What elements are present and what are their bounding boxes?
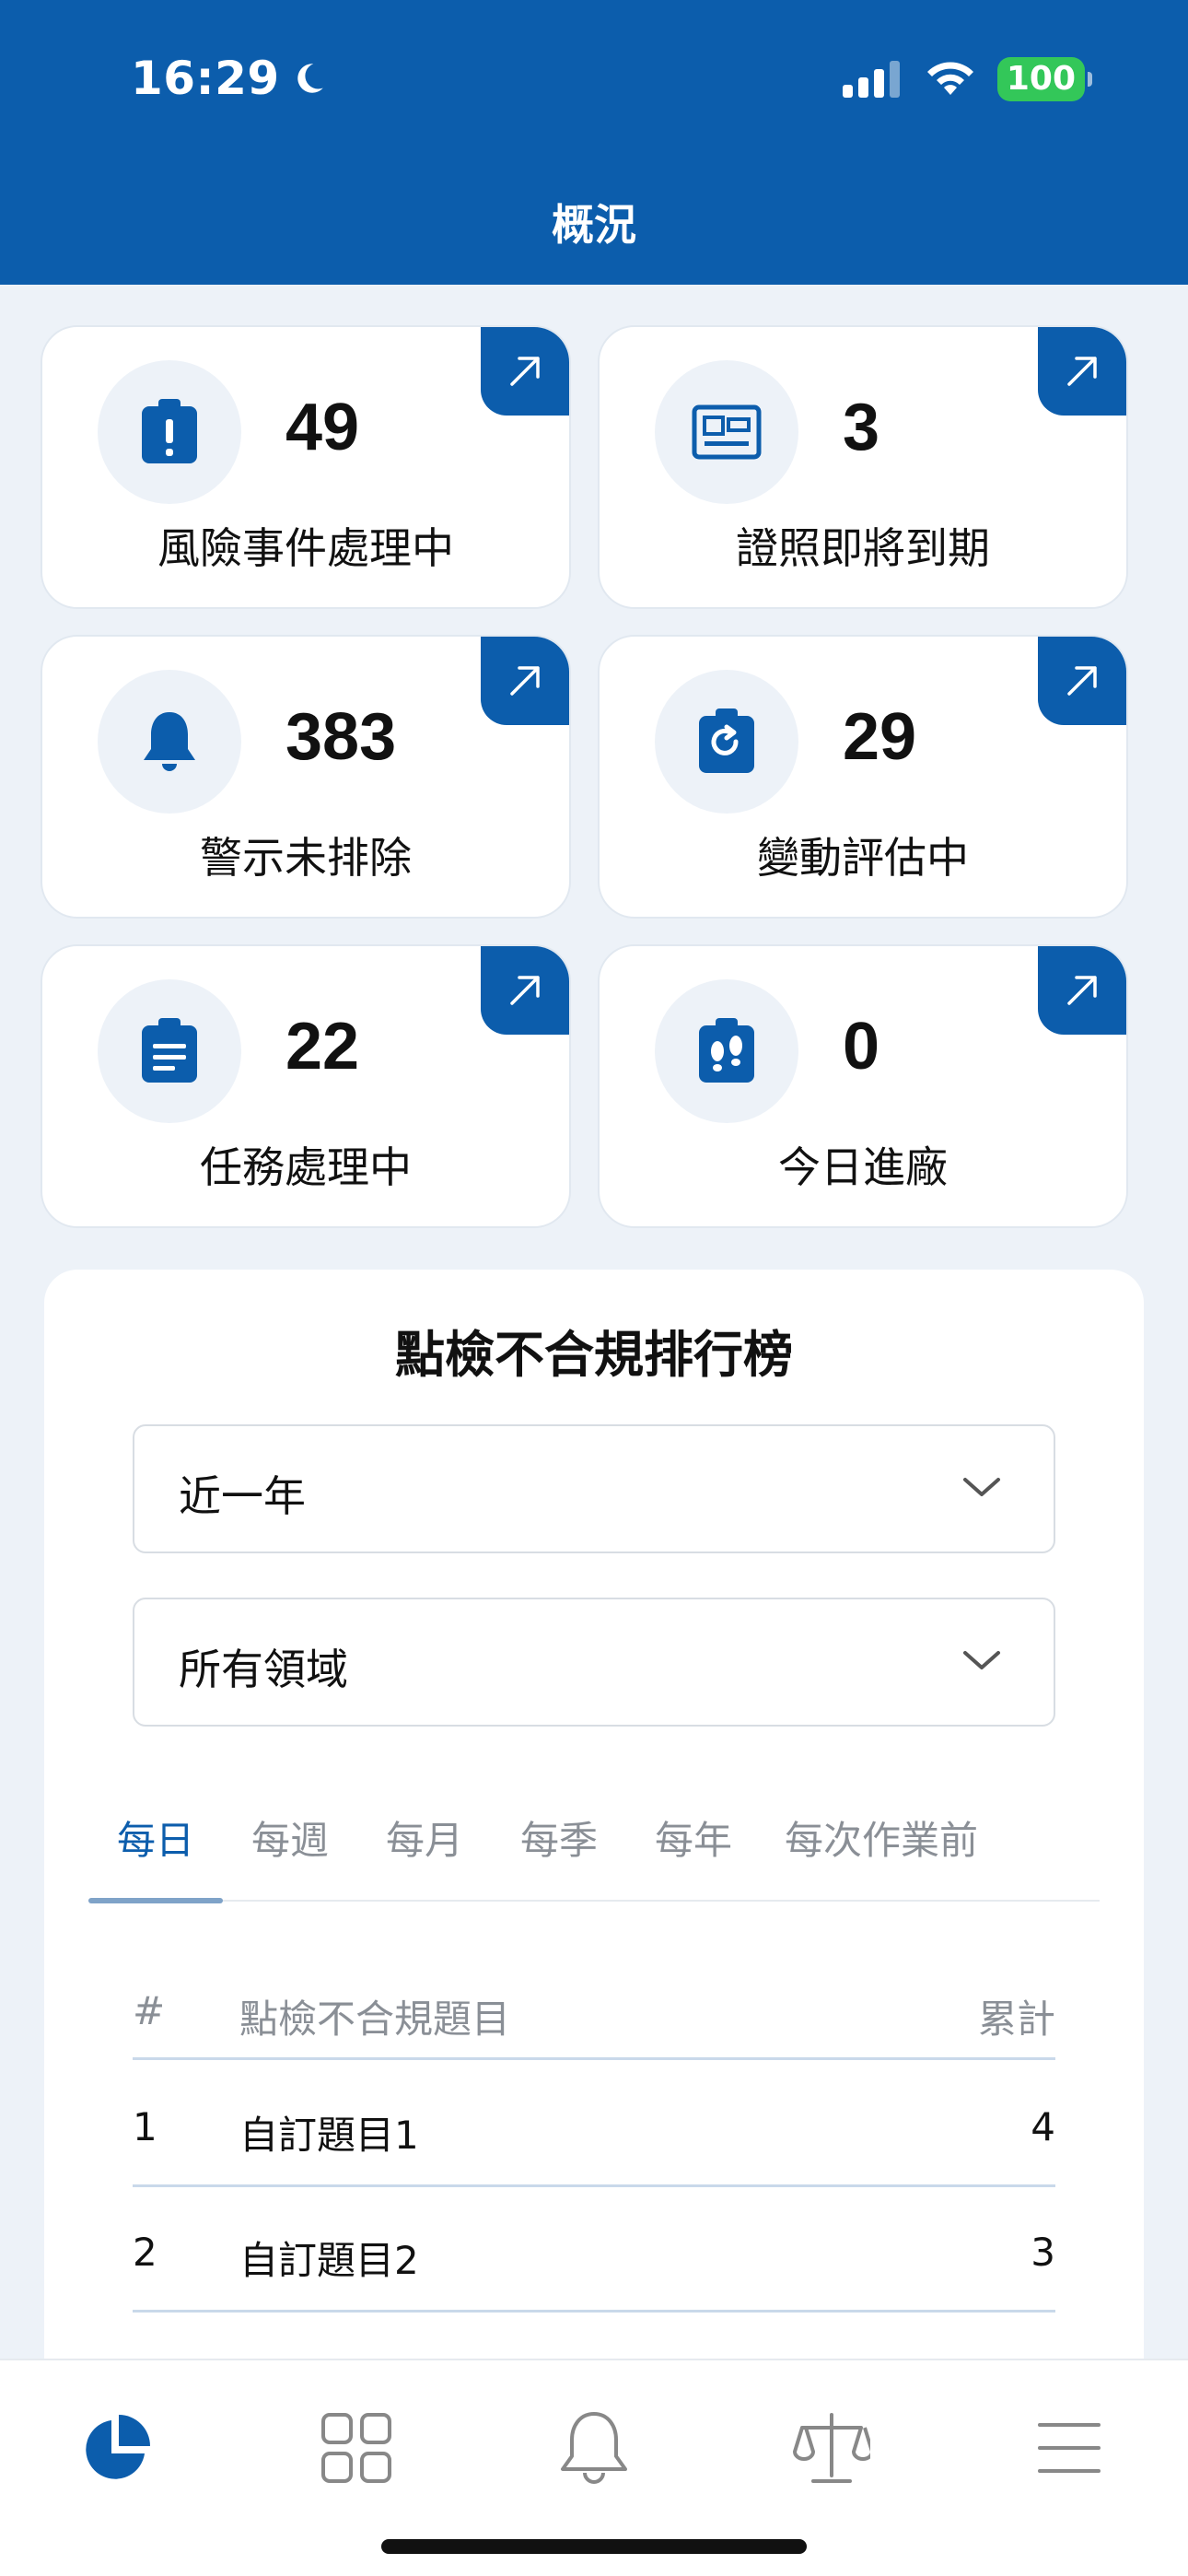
stat-value: 49 [285, 391, 360, 464]
chevron-down-icon [963, 1478, 1000, 1496]
home-indicator [381, 2539, 807, 2554]
stat-card-risk-events[interactable]: 49 風險事件處理中 [41, 325, 571, 609]
stat-icon-wrap [98, 979, 241, 1123]
stat-card-change-assessment[interactable]: 29 變動評估中 [598, 635, 1128, 919]
page-title: 概況 [552, 200, 636, 250]
overview-icon [86, 2415, 150, 2479]
frequency-tabs: 每日 每週 每月 每季 每年 每次作業前 [88, 1813, 1100, 1903]
domain-select-value: 所有領域 [179, 1645, 348, 1694]
tab-monthly[interactable]: 每月 [357, 1813, 492, 1902]
nav-menu[interactable] [1019, 2397, 1120, 2499]
period-select-value: 近一年 [179, 1471, 306, 1521]
id-card-icon [692, 404, 762, 460]
tab-label: 每日 [116, 1818, 194, 1863]
footprints-badge-icon [699, 1018, 754, 1083]
active-tab-indicator [88, 1898, 223, 1903]
stat-label: 變動評估中 [757, 833, 969, 883]
menu-icon [1038, 2423, 1101, 2473]
stat-value: 0 [843, 1010, 880, 1083]
col-header-title: 點檢不合規題目 [239, 1996, 511, 2042]
table-row[interactable]: 1 自訂題目1 4 [133, 2064, 1055, 2187]
stat-value: 3 [843, 391, 880, 464]
stat-value: 29 [843, 700, 917, 774]
app-header: 16:29 100 概況 [0, 0, 1188, 285]
open-link-button[interactable] [1038, 327, 1126, 416]
stat-card-today-entries[interactable]: 0 今日進廠 [598, 944, 1128, 1228]
open-link-button[interactable] [1038, 637, 1126, 725]
stat-card-alerts[interactable]: 383 警示未排除 [41, 635, 571, 919]
open-link-button[interactable] [481, 637, 569, 725]
stat-icon-wrap [655, 979, 798, 1123]
tab-before-each-operation[interactable]: 每次作業前 [766, 1813, 996, 1902]
arrow-up-right-icon [510, 357, 540, 386]
table-header: # 點檢不合規題目 累計 [133, 1972, 1055, 2060]
col-header-num: # [133, 1988, 166, 2033]
bell-icon [561, 2412, 627, 2484]
nav-overview[interactable] [66, 2397, 168, 2499]
arrow-up-right-icon [510, 666, 540, 696]
tab-label: 每次作業前 [784, 1818, 978, 1863]
apps-grid-icon [321, 2413, 391, 2483]
status-time: 16:29 [131, 52, 328, 105]
tab-quarterly[interactable]: 每季 [492, 1813, 626, 1902]
wifi-icon [926, 62, 973, 95]
open-link-button[interactable] [1038, 946, 1126, 1035]
moon-icon [297, 64, 323, 93]
row-title: 自訂題目1 [239, 2113, 419, 2158]
stat-icon-wrap [655, 360, 798, 504]
status-indicators: 100 [842, 57, 1093, 101]
tab-label: 每季 [519, 1818, 598, 1863]
tab-label: 每週 [250, 1818, 329, 1863]
arrow-up-right-icon [1067, 666, 1097, 696]
signal-icon [842, 61, 900, 98]
noncompliance-ranking-panel: 點檢不合規排行榜 近一年 所有領域 每日 每週 每月 每季 每年 每次作業前 #… [44, 1270, 1144, 2467]
open-link-button[interactable] [481, 327, 569, 416]
stat-label: 風險事件處理中 [157, 523, 454, 573]
row-total: 3 [1031, 2230, 1055, 2275]
row-total: 4 [1031, 2104, 1055, 2149]
stat-value: 22 [285, 1010, 360, 1083]
stat-label: 警示未排除 [200, 833, 412, 883]
stat-icon-wrap [98, 360, 241, 504]
stat-card-tasks[interactable]: 22 任務處理中 [41, 944, 571, 1228]
tab-weekly[interactable]: 每週 [223, 1813, 357, 1902]
period-select[interactable]: 近一年 [133, 1424, 1055, 1553]
tab-daily[interactable]: 每日 [88, 1813, 223, 1902]
arrow-up-right-icon [510, 976, 540, 1005]
nav-alerts[interactable] [543, 2397, 645, 2499]
nav-apps[interactable] [306, 2397, 407, 2499]
stat-icon-wrap [655, 670, 798, 814]
task-clipboard-icon [142, 1018, 197, 1083]
stat-label: 任務處理中 [200, 1142, 412, 1192]
stat-card-licenses-expiring[interactable]: 3 證照即將到期 [598, 325, 1128, 609]
arrow-up-right-icon [1067, 357, 1097, 386]
stat-value: 383 [285, 700, 397, 774]
col-header-total: 累計 [977, 1996, 1055, 2042]
tab-yearly[interactable]: 每年 [626, 1813, 761, 1902]
battery-indicator: 100 [996, 57, 1093, 101]
stat-label: 證照即將到期 [736, 523, 990, 573]
tab-label: 每月 [385, 1818, 463, 1863]
refresh-clipboard-icon [699, 708, 754, 773]
alert-clipboard-icon [142, 399, 197, 463]
row-num: 1 [133, 2104, 157, 2149]
status-time-text: 16:29 [131, 52, 280, 105]
chevron-down-icon [963, 1651, 1000, 1669]
open-link-button[interactable] [481, 946, 569, 1035]
stat-label: 今日進廠 [778, 1142, 948, 1192]
tab-label: 每年 [654, 1818, 732, 1863]
bell-icon [144, 712, 195, 771]
nav-compliance[interactable] [781, 2397, 882, 2499]
row-num: 2 [133, 2230, 157, 2275]
row-title: 自訂題目2 [239, 2238, 419, 2283]
domain-select[interactable]: 所有領域 [133, 1598, 1055, 1727]
panel-title: 點檢不合規排行榜 [395, 1326, 793, 1384]
arrow-up-right-icon [1067, 976, 1097, 1005]
table-row[interactable]: 2 自訂題目2 3 [133, 2189, 1055, 2313]
scale-icon [793, 2413, 870, 2483]
stat-icon-wrap [98, 670, 241, 814]
